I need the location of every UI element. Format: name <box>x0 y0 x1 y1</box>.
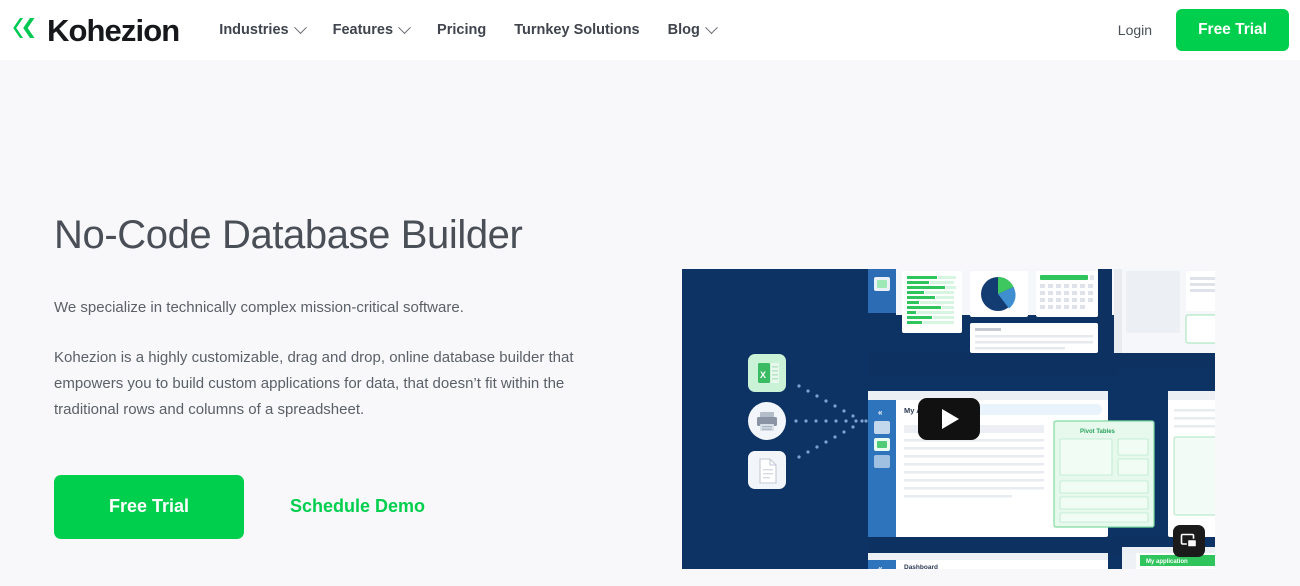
play-triangle-icon <box>942 409 959 429</box>
svg-text:«: « <box>878 564 883 569</box>
hero-section: No-Code Database Builder We specialize i… <box>0 60 1300 586</box>
nav-item-industries[interactable]: Industries <box>219 20 307 38</box>
header-actions: Login Free Trial <box>1118 9 1289 51</box>
hero-free-trial-button[interactable]: Free Trial <box>54 474 244 539</box>
chevron-down-icon <box>704 20 718 34</box>
nav-item-label: Blog <box>667 22 700 38</box>
nav-item-features[interactable]: Features <box>332 20 411 38</box>
brand-name: Kohezion <box>47 12 180 48</box>
chevron-down-icon <box>398 20 411 34</box>
schedule-demo-link[interactable]: Schedule Demo <box>290 496 425 517</box>
hero-body-text: Kohezion is a highly customizable, drag … <box>54 349 574 418</box>
svg-text:«: « <box>878 408 883 417</box>
nav-item-turnkey-solutions[interactable]: Turnkey Solutions <box>514 22 639 38</box>
chevron-down-icon <box>293 20 307 34</box>
hero-lead-text: We specialize in technically complex mis… <box>54 299 464 316</box>
kohezion-chevron-logo-icon <box>11 13 41 48</box>
picture-in-picture-button[interactable] <box>1173 525 1205 557</box>
brand-logo[interactable]: Kohezion <box>11 12 180 48</box>
nav-item-blog[interactable]: Blog <box>667 20 718 38</box>
site-header: Kohezion Industries Features Pricing Tur… <box>0 0 1300 60</box>
nav-item-pricing[interactable]: Pricing <box>437 22 486 38</box>
svg-text:Pivot Tables: Pivot Tables <box>1080 429 1116 435</box>
nav-item-label: Pricing <box>437 22 487 38</box>
hero-actions: Free Trial Schedule Demo <box>54 474 640 539</box>
svg-text:X: X <box>760 370 766 380</box>
nav-item-label: Features <box>332 22 394 38</box>
svg-text:Dashboard: Dashboard <box>904 564 938 569</box>
hero-copy: No-Code Database Builder We specialize i… <box>0 60 640 586</box>
main-navigation: Industries Features Pricing Turnkey Solu… <box>219 20 718 38</box>
header-free-trial-button[interactable]: Free Trial <box>1176 9 1289 51</box>
nav-item-label: Turnkey Solutions <box>514 22 640 38</box>
nav-item-label: Industries <box>219 22 289 38</box>
picture-in-picture-icon <box>1180 533 1198 548</box>
login-link[interactable]: Login <box>1118 22 1152 38</box>
video-play-button[interactable] <box>917 398 980 440</box>
svg-text:My application: My application <box>1146 559 1188 565</box>
page-title: No-Code Database Builder <box>54 213 523 257</box>
hero-video-player[interactable]: « My Application Pivot Tables <box>682 269 1215 569</box>
